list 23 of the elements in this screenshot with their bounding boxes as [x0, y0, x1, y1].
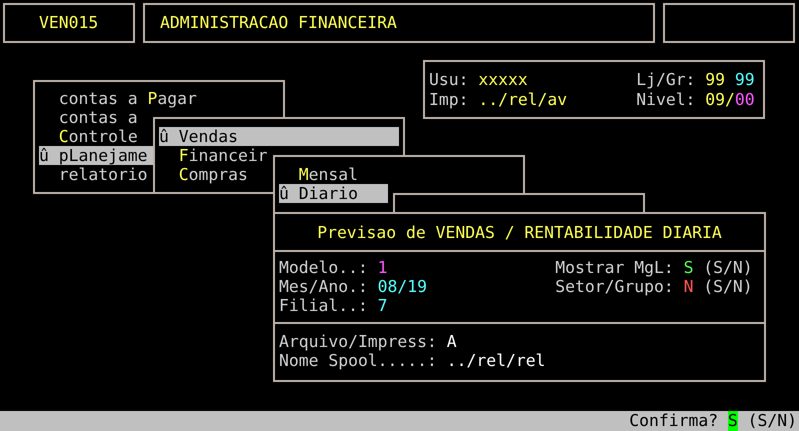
system-title: ADMINISTRACAO FINANCEIRA [160, 13, 397, 32]
store-group-label: Lj/Gr: [636, 70, 696, 90]
printer-label: Imp: [429, 90, 468, 109]
output-label: Arquivo/Impress: [279, 332, 437, 351]
option-label: Mostrar MgL: [555, 258, 674, 277]
user-label: Usu: [429, 70, 468, 90]
field-label: Mes/Ano.: [279, 277, 368, 296]
level-label: Nivel: [636, 90, 696, 109]
option-hint: (S/N) [703, 277, 753, 296]
dialog-title: Previsao de VENDAS / RENTABILIDADE DIARIA [317, 222, 722, 242]
program-code: VEN015 [39, 13, 98, 32]
confirm-hint: (S/N) [748, 411, 797, 431]
printer-value: ../rel/av [478, 90, 568, 109]
store-group-value: 99 [734, 70, 755, 90]
field-label: Filial..: [279, 296, 368, 315]
confirm-prompt: Confirma? [629, 411, 718, 431]
output-label: Nome Spool.....: [279, 351, 437, 370]
option-hint: (S/N) [703, 258, 753, 277]
field-label: Modelo..: [279, 258, 368, 277]
option-label: Setor/Grupo: [555, 277, 674, 296]
user-value: xxxxx [478, 70, 528, 90]
level-value: 09/00 [705, 90, 755, 109]
store-group-value: 99 [705, 70, 726, 90]
